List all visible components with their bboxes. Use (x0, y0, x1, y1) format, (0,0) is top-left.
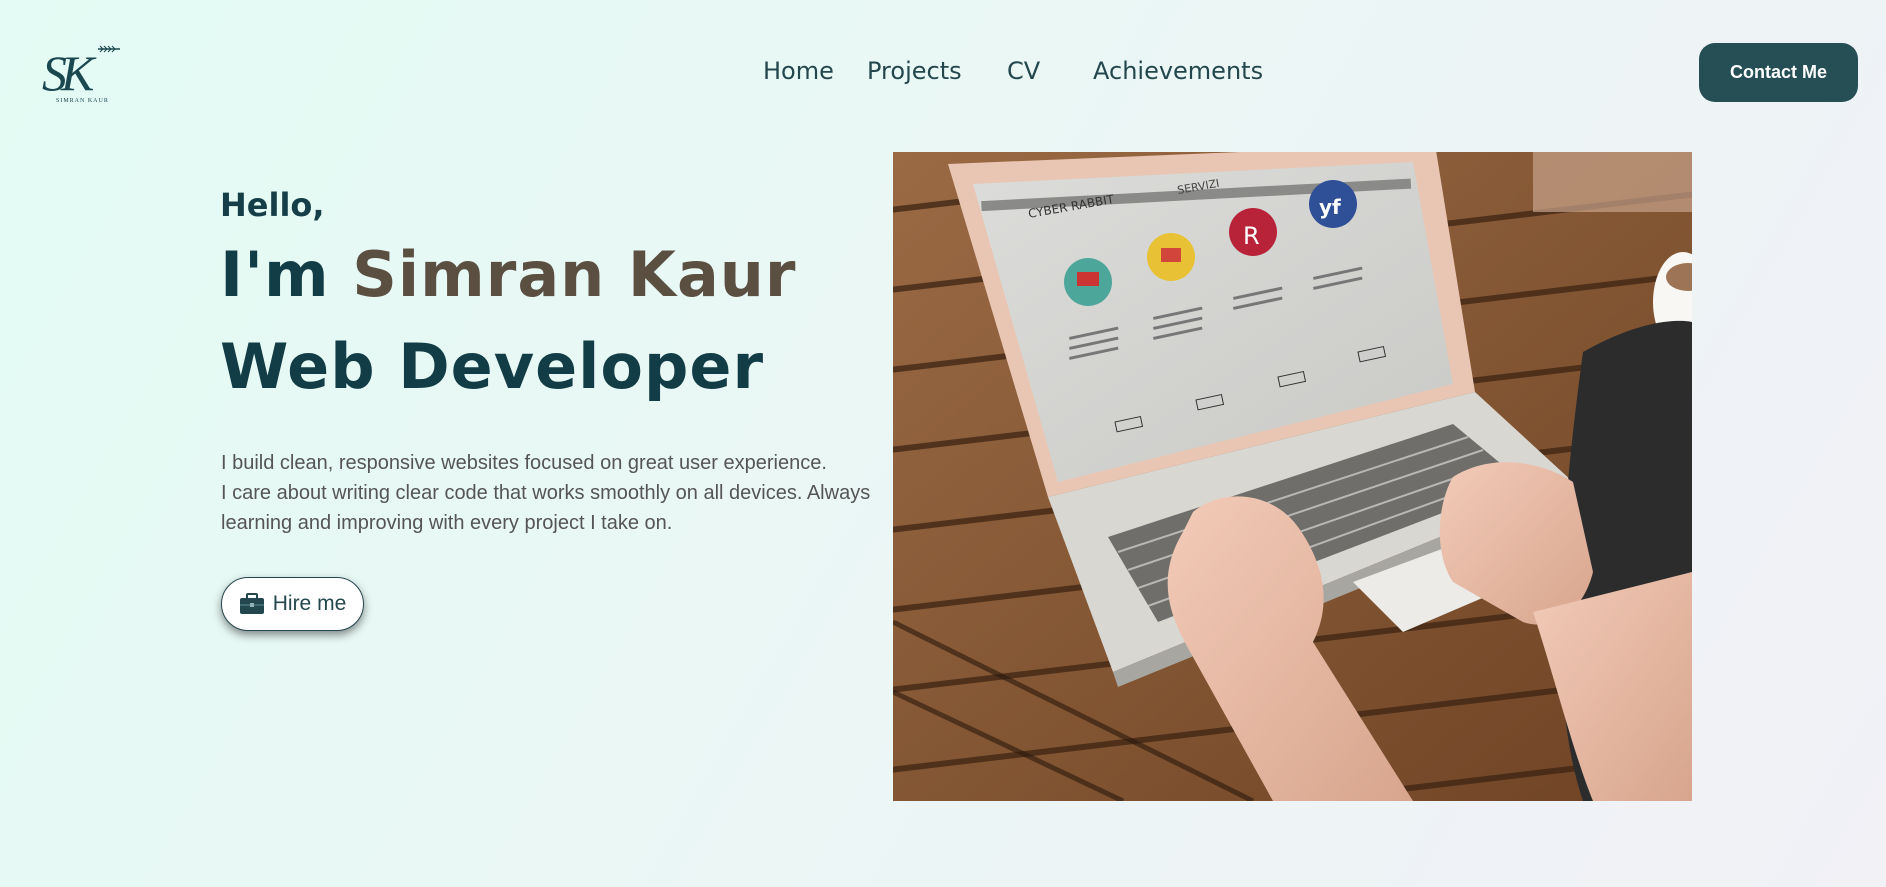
logo-subtext: SIMRAN KAUR (56, 98, 109, 104)
laptop-photo-illustration: CYBER RABBIT SERVIZI R yf (893, 152, 1692, 801)
main-nav: Home Projects CV Achievements (0, 55, 1886, 87)
role-heading: Web Developer (220, 330, 765, 403)
greeting: Hello, (220, 186, 325, 224)
nav-achievements[interactable]: Achievements (1093, 55, 1263, 87)
description-line-1: I build clean, responsive websites focus… (221, 452, 827, 474)
name-heading: I'm Simran Kaur (220, 238, 797, 311)
nav-cv[interactable]: CV (1007, 55, 1040, 87)
svg-text:R: R (1243, 222, 1260, 250)
nav-home[interactable]: Home (763, 55, 834, 87)
hero-description: I build clean, responsive websites focus… (221, 448, 901, 538)
hero-laptop-image: CYBER RABBIT SERVIZI R yf (893, 152, 1692, 801)
contact-me-button[interactable]: Contact Me (1699, 43, 1858, 102)
hire-me-label: Hire me (272, 592, 347, 615)
hire-me-button[interactable]: Hire me (221, 577, 364, 631)
name-prefix: I'm (220, 238, 353, 311)
name-accent: Simran Kaur (352, 238, 797, 311)
nav-projects[interactable]: Projects (867, 55, 962, 87)
svg-text:yf: yf (1319, 195, 1341, 219)
description-line-2: I care about writing clear code that wor… (221, 482, 871, 534)
briefcase-icon (239, 593, 265, 615)
